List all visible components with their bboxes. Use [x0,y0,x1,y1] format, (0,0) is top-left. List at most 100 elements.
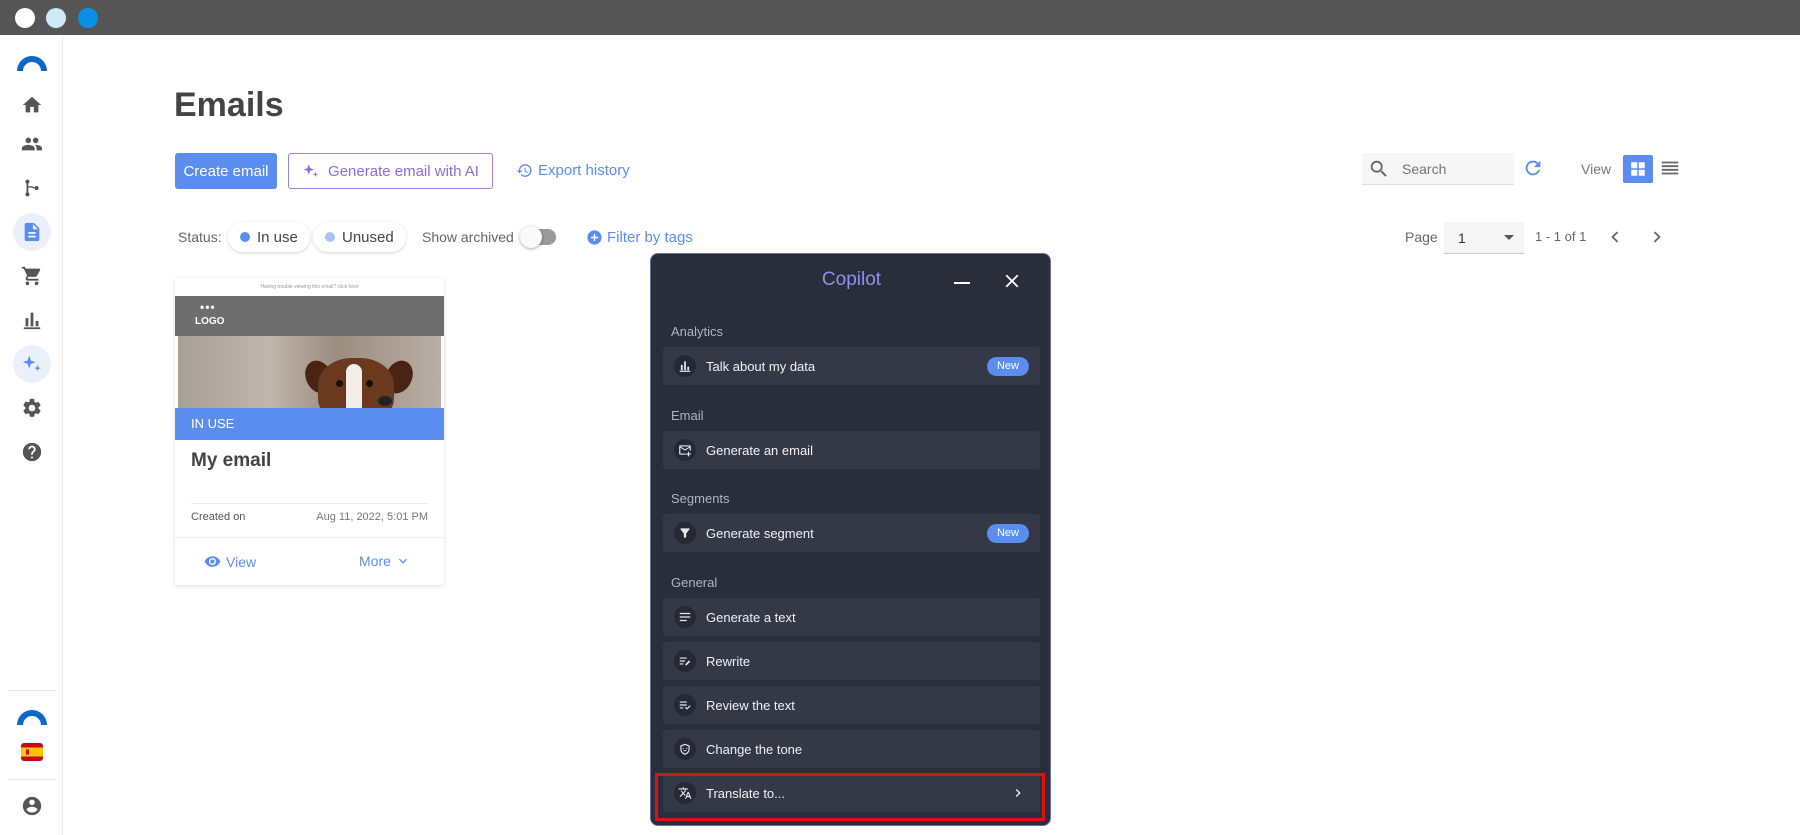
copilot-item-review-text[interactable]: Review the text [663,686,1040,724]
window-titlebar [0,0,1800,35]
unused-label: Unused [342,228,394,246]
page-select-value: 1 [1458,229,1466,246]
grid-icon [1631,162,1645,176]
copilot-item-change-tone[interactable]: Change the tone [663,730,1040,768]
sidebar [0,35,63,835]
people-icon [21,137,43,151]
rewrite-icon [674,650,696,672]
account-icon [22,796,42,816]
help-icon [22,442,42,462]
window-minimize-dot[interactable] [46,8,66,28]
caret-down-icon [1504,235,1514,240]
email-title: My email [191,450,272,471]
sidebar-item-ecommerce[interactable] [13,257,51,295]
grid-view-button[interactable] [1623,155,1653,183]
search-input[interactable] [1402,160,1502,177]
page-label: Page [1405,229,1438,245]
chevron-down-icon [398,558,407,564]
email-meta: Created on Aug 11, 2022, 5:01 PM [191,503,428,523]
sparkle-icon [303,164,319,177]
dog-photo [178,336,441,408]
show-archived-toggle[interactable] [520,226,556,248]
search-icon [1370,160,1387,177]
previous-page-button[interactable] [1604,226,1626,253]
view-label: View [1581,161,1612,177]
filter-by-tags-link[interactable]: Filter by tags [586,229,693,246]
chevron-right-icon [1653,231,1661,243]
sidebar-item-account[interactable] [13,787,51,825]
copilot-item-label: Generate an email [706,442,813,458]
page-range: 1 - 1 of 1 [1535,229,1587,244]
created-date: Aug 11, 2022, 5:01 PM [316,511,428,523]
spain-flag-icon[interactable] [21,743,43,761]
brand-logo[interactable] [15,51,49,71]
view-label: View [226,553,257,570]
list-view-button[interactable] [1659,157,1681,184]
export-history-label: Export history [538,162,630,179]
more-menu-button[interactable]: More [359,553,411,569]
history-icon [516,164,532,177]
window-maximize-dot[interactable] [78,8,98,28]
chevron-left-icon [1611,231,1619,243]
sidebar-item-contacts[interactable] [13,125,51,163]
sidebar-item-settings[interactable] [13,389,51,427]
thumbnail-logo: LOGO [195,316,225,327]
bar-chart-icon [23,312,41,330]
page-select[interactable]: 1 [1444,222,1524,254]
highlight-box [655,773,1045,821]
card-actions: View More [175,537,444,585]
bar-chart-icon [674,355,696,377]
gear-icon [23,398,41,417]
thumbnail-preheader: Having trouble viewing this email? click… [260,284,359,290]
eye-icon [204,556,221,567]
status-chip-in-use[interactable]: In use [228,222,310,252]
in-use-label: In use [257,228,298,246]
dog-photo-part [378,396,392,406]
minimize-icon[interactable] [954,282,970,284]
copilot-item-label: Change the tone [706,741,803,757]
copilot-item-generate-email[interactable]: Generate an email [663,431,1040,469]
refresh-button[interactable] [1522,157,1544,184]
sidebar-item-ai[interactable] [13,345,51,383]
document-icon [24,222,40,242]
review-check-icon [674,694,696,716]
status-chip-unused[interactable]: Unused [313,222,406,252]
email-thumbnail[interactable]: Having trouble viewing this email? click… [175,278,444,408]
close-button[interactable] [1001,270,1023,297]
copilot-title: Copilot [821,269,882,290]
sidebar-item-automation[interactable] [13,169,51,207]
filter-icon [674,522,696,544]
in-use-dot [240,232,250,242]
copilot-item-rewrite[interactable]: Rewrite [663,642,1040,680]
copilot-item-generate-segment[interactable]: Generate segment New [663,514,1040,552]
copilot-item-label: Generate a text [706,609,796,625]
next-page-button[interactable] [1646,226,1668,253]
show-archived-label: Show archived [422,229,514,245]
home-icon [22,96,42,113]
brand-logo[interactable] [15,705,49,725]
email-card[interactable]: Having trouble viewing this email? click… [175,278,444,585]
in-use-status-bar: IN USE [175,408,444,440]
window-close-dot[interactable] [15,8,35,28]
sidebar-bottom-group [8,690,56,780]
filter-by-tags-label: Filter by tags [607,229,693,246]
close-icon [1005,274,1019,288]
list-icon [1661,161,1679,175]
created-label: Created on [191,511,246,523]
generate-email-ai-button[interactable]: Generate email with AI [288,153,493,189]
copilot-item-talk-about-my-data[interactable]: Talk about my data New [663,347,1040,385]
copilot-section-analytics: Analytics [671,324,724,339]
sidebar-item-home[interactable] [13,86,51,124]
unused-dot [325,232,335,242]
sidebar-item-content[interactable] [13,213,51,251]
export-history-link[interactable]: Export history [516,162,630,179]
sidebar-item-help[interactable] [13,433,51,471]
view-email-button[interactable]: View [204,553,256,570]
create-email-button[interactable]: Create email [175,153,277,189]
copilot-item-label: Talk about my data [706,358,816,374]
sidebar-item-reports[interactable] [13,301,51,339]
generate-email-ai-label: Generate email with AI [328,162,479,180]
copilot-item-generate-text[interactable]: Generate a text [663,598,1040,636]
copilot-section-general: General [671,575,718,590]
dog-photo-part [336,380,343,387]
